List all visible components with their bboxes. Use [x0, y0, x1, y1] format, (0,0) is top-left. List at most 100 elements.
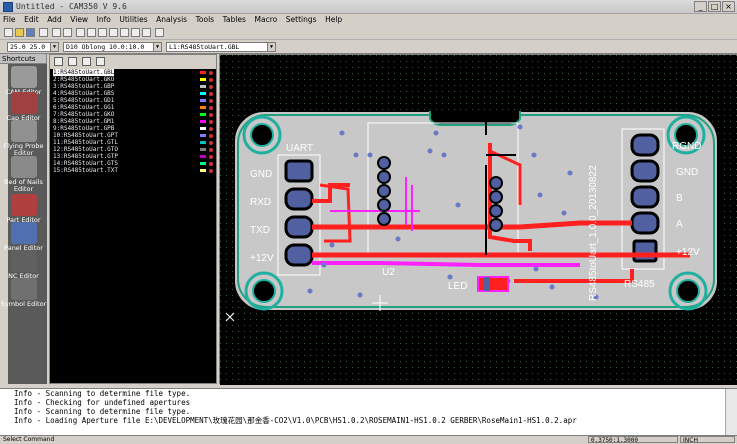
layer-row[interactable]: 6:RS485toUart.GG1 — [50, 104, 216, 111]
layer-row[interactable]: 15:RS485toUart.TXT — [50, 167, 216, 174]
menu-settings[interactable]: Settings — [283, 14, 320, 26]
layer-visibility-icon[interactable] — [209, 92, 213, 96]
panel-editor-icon — [10, 222, 37, 244]
layer-row[interactable]: 12:RS485toUart.GTO — [50, 146, 216, 153]
shortcut-panel-editor[interactable]: Panel Editor — [0, 222, 47, 252]
layer-color-swatch[interactable] — [200, 99, 206, 102]
right-pad-3 — [630, 185, 660, 209]
layer-color-swatch[interactable] — [200, 141, 206, 144]
shortcut-label: Symbol Editor — [0, 300, 47, 308]
layer-visibility-icon[interactable] — [209, 127, 213, 131]
layer-visibility-icon[interactable] — [209, 155, 213, 159]
menu-info[interactable]: Info — [94, 14, 114, 26]
shortcut-flying-probe-editor[interactable]: Flying Probe Editor — [0, 120, 47, 157]
layer-row[interactable]: 10:RS485toUart.GPT — [50, 132, 216, 139]
minimize-button[interactable]: _ — [694, 1, 707, 12]
layer-color-swatch[interactable] — [200, 148, 206, 151]
menu-tables[interactable]: Tables — [220, 14, 249, 26]
shortcut-nc-editor[interactable]: NC Editor — [0, 250, 47, 280]
shortcut-symbol-editor[interactable]: Symbol Editor — [0, 278, 47, 308]
menu-file[interactable]: File — [0, 14, 19, 26]
layer-color-swatch[interactable] — [200, 162, 206, 165]
layer-row[interactable]: 14:RS485toUart.GTS — [50, 160, 216, 167]
grid-combo[interactable]: 25.0 25.0 ▼ — [7, 42, 59, 52]
menu-help[interactable]: Help — [322, 14, 345, 26]
mounting-hole-bl-inner — [252, 279, 276, 303]
print-icon[interactable] — [39, 28, 48, 37]
layer-visibility-icon[interactable] — [209, 148, 213, 152]
zoom-in-icon[interactable] — [76, 28, 85, 37]
layer-color-swatch[interactable] — [200, 92, 206, 95]
new-file-icon[interactable] — [4, 28, 13, 37]
layer-combo[interactable]: L1:RS485toUart.GBL ▼ — [166, 42, 276, 52]
layer-color-swatch[interactable] — [200, 155, 206, 158]
shortcut-part-editor[interactable]: Part Editor — [0, 194, 47, 224]
maximize-button[interactable]: □ — [708, 1, 721, 12]
layer-add-icon[interactable] — [54, 57, 63, 66]
layer-visibility-icon[interactable] — [209, 169, 213, 173]
layer-color-swatch[interactable] — [200, 169, 206, 172]
layer-color-swatch[interactable] — [200, 113, 206, 116]
menu-edit[interactable]: Edit — [21, 14, 42, 26]
open-folder-icon[interactable] — [15, 28, 24, 37]
zoom-all-icon[interactable] — [109, 28, 118, 37]
layer-visibility-icon[interactable] — [209, 120, 213, 124]
layer-color-swatch[interactable] — [200, 85, 206, 88]
layer-visibility-icon[interactable] — [209, 78, 213, 82]
layer-row[interactable]: 7:RS485toUart.GKO — [50, 111, 216, 118]
layer-row[interactable]: 11:RS485toUart.GTL — [50, 139, 216, 146]
layer-row[interactable]: 2:RS485toUart.GKO — [50, 76, 216, 83]
zoom-out-icon[interactable] — [87, 28, 96, 37]
redraw-icon[interactable] — [120, 28, 129, 37]
layer-delete-icon[interactable] — [96, 57, 105, 66]
undo-icon[interactable] — [52, 28, 61, 37]
layer-row[interactable]: 1:RS485toUart.GBL — [50, 69, 216, 76]
help-icon[interactable] — [155, 28, 164, 37]
layer-row[interactable]: 4:RS485toUart.GBS — [50, 90, 216, 97]
menu-view[interactable]: View — [67, 14, 91, 26]
menu-analysis[interactable]: Analysis — [153, 14, 190, 26]
dcode-combo[interactable]: D10 Oblong 10.0:10.0 ▼ — [63, 42, 162, 52]
layer-row[interactable]: 9:RS485toUart.GPB — [50, 125, 216, 132]
mounting-hole-tl-inner — [250, 123, 274, 147]
layer-color-icon[interactable] — [68, 57, 77, 66]
layer-visibility-icon[interactable] — [209, 113, 213, 117]
pcb-canvas[interactable]: UART GND RXD TXD +12V RGND GND B A +12V … — [219, 54, 737, 385]
layer-visibility-icon[interactable] — [209, 71, 213, 75]
layer-color-swatch[interactable] — [200, 71, 206, 74]
layer-color-swatch[interactable] — [200, 120, 206, 123]
layer-row[interactable]: 3:RS485toUart.GBP — [50, 83, 216, 90]
app-icon — [3, 2, 13, 12]
log-scrollbar[interactable] — [725, 389, 737, 436]
save-icon[interactable] — [26, 28, 35, 37]
log-line: Info - Scanning to determine file type. — [14, 389, 191, 398]
layer-copy-icon[interactable] — [82, 57, 91, 66]
layer-visibility-icon[interactable] — [209, 85, 213, 89]
pcb-drawing: UART GND RXD TXD +12V RGND GND B A +12V … — [220, 55, 737, 385]
left-pad-2 — [284, 187, 314, 211]
shortcut-cap-editor[interactable]: Cap Editor — [0, 92, 47, 122]
layer-color-swatch[interactable] — [200, 106, 206, 109]
redo-icon[interactable] — [63, 28, 72, 37]
close-button[interactable]: × — [722, 1, 735, 12]
pan-icon[interactable] — [131, 28, 140, 37]
zoom-window-icon[interactable] — [98, 28, 107, 37]
layer-color-swatch[interactable] — [200, 134, 206, 137]
layer-row[interactable]: 5:RS485toUart.GD1 — [50, 97, 216, 104]
layer-color-swatch[interactable] — [200, 78, 206, 81]
menu-add[interactable]: Add — [44, 14, 65, 26]
layer-visibility-icon[interactable] — [209, 162, 213, 166]
layer-visibility-icon[interactable] — [209, 134, 213, 138]
menu-tools[interactable]: Tools — [193, 14, 217, 26]
layer-row[interactable]: 8:RS485toUart.GM1 — [50, 118, 216, 125]
layer-visibility-icon[interactable] — [209, 141, 213, 145]
menu-macro[interactable]: Macro — [252, 14, 281, 26]
layer-visibility-icon[interactable] — [209, 106, 213, 110]
menu-utilities[interactable]: Utilities — [116, 14, 150, 26]
layer-color-swatch[interactable] — [200, 127, 206, 130]
shortcut-label: Bed of Nails Editor — [4, 178, 43, 193]
layer-visibility-icon[interactable] — [209, 99, 213, 103]
grid-icon[interactable] — [142, 28, 151, 37]
shortcut-bed-of-nails-editor[interactable]: Bed of Nails Editor — [0, 156, 47, 193]
layer-row[interactable]: 13:RS485toUart.GTP — [50, 153, 216, 160]
